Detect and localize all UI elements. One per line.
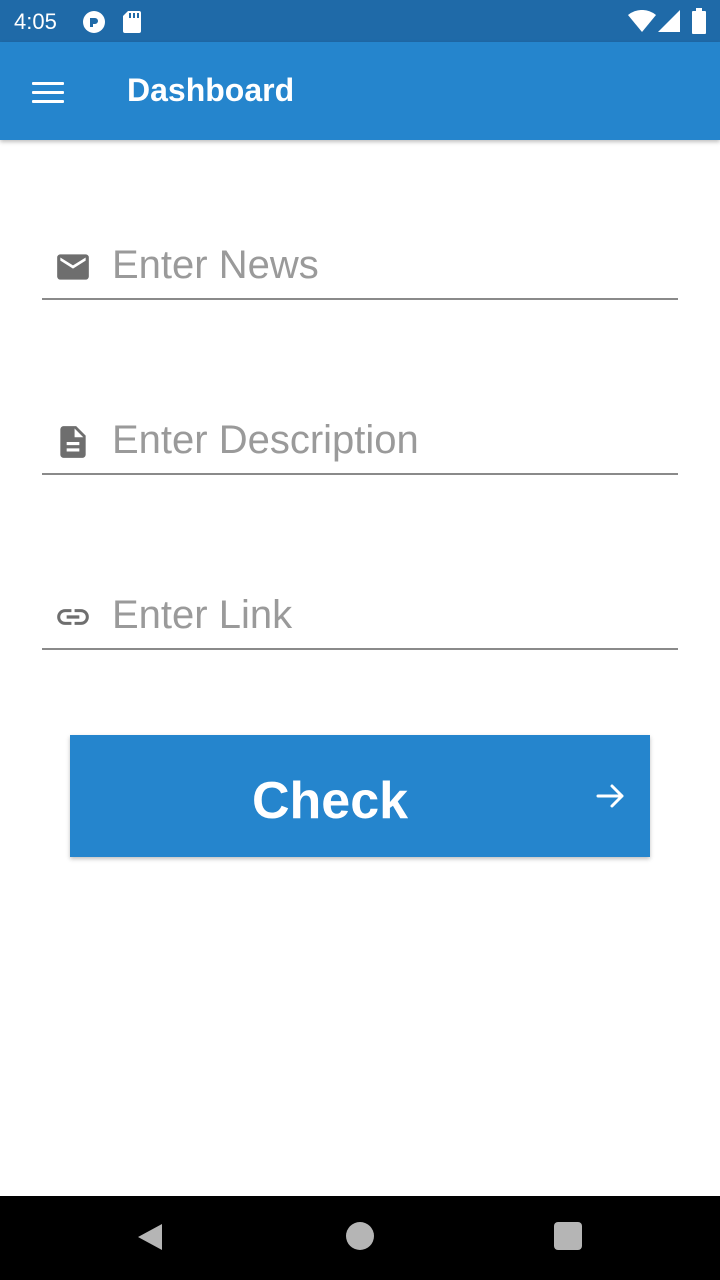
cell-signal-icon [658,10,680,37]
recents-icon[interactable] [554,1222,582,1250]
check-button-label: Check [251,772,409,830]
news-field[interactable] [42,220,678,300]
wifi-icon [628,9,656,37]
link-field[interactable] [42,570,678,650]
email-icon [54,248,92,286]
home-icon[interactable] [346,1222,374,1250]
back-icon[interactable] [136,1222,164,1257]
hamburger-menu-icon[interactable] [26,72,74,112]
page-title: Dashboard [127,72,295,108]
check-button[interactable]: Check [70,735,650,857]
status-time: 4:05 [14,9,57,34]
sd-card-icon [122,10,142,39]
navigation-bar [0,1196,720,1280]
app-bar: Dashboard [0,42,720,140]
link-input[interactable] [112,586,672,644]
battery-icon [692,8,706,39]
pocket-casts-icon [82,10,106,39]
link-icon [54,598,92,636]
document-icon [54,423,92,461]
status-bar: 4:05 [0,0,720,42]
description-input[interactable] [112,411,672,469]
arrow-right-icon [594,781,628,811]
description-field[interactable] [42,395,678,475]
news-input[interactable] [112,236,672,294]
